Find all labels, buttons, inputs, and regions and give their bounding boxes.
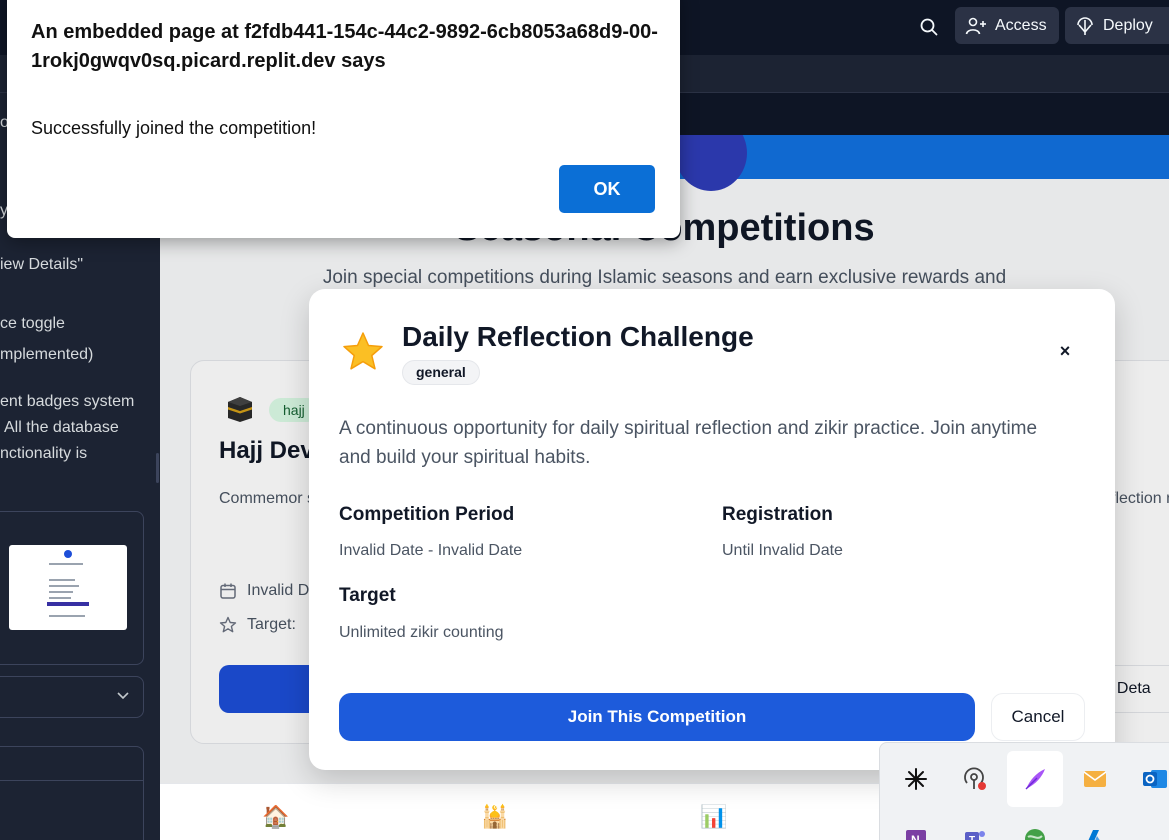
access-label: Access xyxy=(995,16,1047,34)
join-competition-button[interactable]: Join This Competition xyxy=(339,693,975,741)
panel-resize-handle[interactable] xyxy=(156,453,159,483)
thumbnail-button xyxy=(47,602,89,606)
agent-text-line: ce toggle xyxy=(0,315,65,332)
mail-icon[interactable] xyxy=(1067,751,1123,807)
cancel-button[interactable]: Cancel xyxy=(991,693,1085,741)
onenote-icon[interactable]: N xyxy=(888,811,944,840)
thumbnail-line xyxy=(49,579,75,581)
ok-button[interactable]: OK xyxy=(559,165,655,213)
alert-message: Successfully joined the competition! xyxy=(31,118,317,138)
browser-alert-dialog: An embedded page at f2fdb441-154c-44c2-9… xyxy=(7,0,680,238)
agent-text-line: All the database xyxy=(4,419,119,436)
alert-title: An embedded page at f2fdb441-154c-44c2-9… xyxy=(31,21,658,72)
podcast-icon[interactable] xyxy=(947,751,1003,807)
agent-text-line: nctionality is xyxy=(0,445,88,462)
target-label: Target xyxy=(339,585,396,606)
feather-icon[interactable] xyxy=(1007,751,1063,807)
modal-title: Daily Reflection Challenge xyxy=(402,321,754,352)
agent-text-line: iew Details" xyxy=(0,256,84,273)
chevron-down-icon xyxy=(117,692,129,700)
claude-icon[interactable] xyxy=(888,751,944,807)
thumbnail-line xyxy=(49,585,79,587)
mosque-icon[interactable]: 🕌 xyxy=(481,806,508,828)
taskbar-overflow-flyout: N T xyxy=(879,742,1169,840)
divider xyxy=(0,780,144,781)
agent-text-line: mplemented) xyxy=(0,346,94,363)
competition-details-modal: Daily Reflection Challenge general × A c… xyxy=(309,289,1115,770)
deploy-button[interactable]: Deploy xyxy=(1065,7,1169,44)
search-button[interactable] xyxy=(912,10,946,44)
deploy-icon xyxy=(1077,16,1093,35)
close-icon[interactable]: × xyxy=(1055,341,1075,361)
outlook-icon[interactable] xyxy=(1127,751,1169,807)
registration-value: Until Invalid Date xyxy=(722,542,843,559)
screenshot-thumbnail[interactable] xyxy=(9,545,127,630)
thumbnail-line xyxy=(49,591,73,593)
svg-text:T: T xyxy=(969,835,975,840)
competition-period-value: Invalid Date - Invalid Date xyxy=(339,542,523,559)
thumbnail-line xyxy=(49,563,83,565)
star-icon xyxy=(343,332,383,370)
thumbnail-line xyxy=(49,597,71,599)
access-button[interactable]: Access xyxy=(955,7,1059,44)
agent-input-box[interactable] xyxy=(0,746,144,840)
globe-icon[interactable] xyxy=(1007,811,1063,840)
teams-icon[interactable]: T xyxy=(947,811,1003,840)
search-icon xyxy=(920,18,938,36)
add-person-icon xyxy=(965,17,986,34)
modal-description: A continuous opportunity for daily spiri… xyxy=(339,418,1038,468)
category-tag: general xyxy=(402,360,480,385)
competition-period-label: Competition Period xyxy=(339,504,515,525)
thumbnail-logo xyxy=(64,550,72,558)
agent-text-line: ent badges system xyxy=(0,393,135,410)
thumbnail-line xyxy=(49,615,85,617)
azure-icon[interactable] xyxy=(1067,811,1123,840)
svg-text:N: N xyxy=(911,833,920,840)
home-icon[interactable]: 🏠 xyxy=(262,806,289,828)
target-value: Unlimited zikir counting xyxy=(339,624,504,641)
registration-label: Registration xyxy=(722,504,833,525)
deploy-label: Deploy xyxy=(1103,16,1153,34)
chart-icon[interactable]: 📊 xyxy=(700,806,727,828)
